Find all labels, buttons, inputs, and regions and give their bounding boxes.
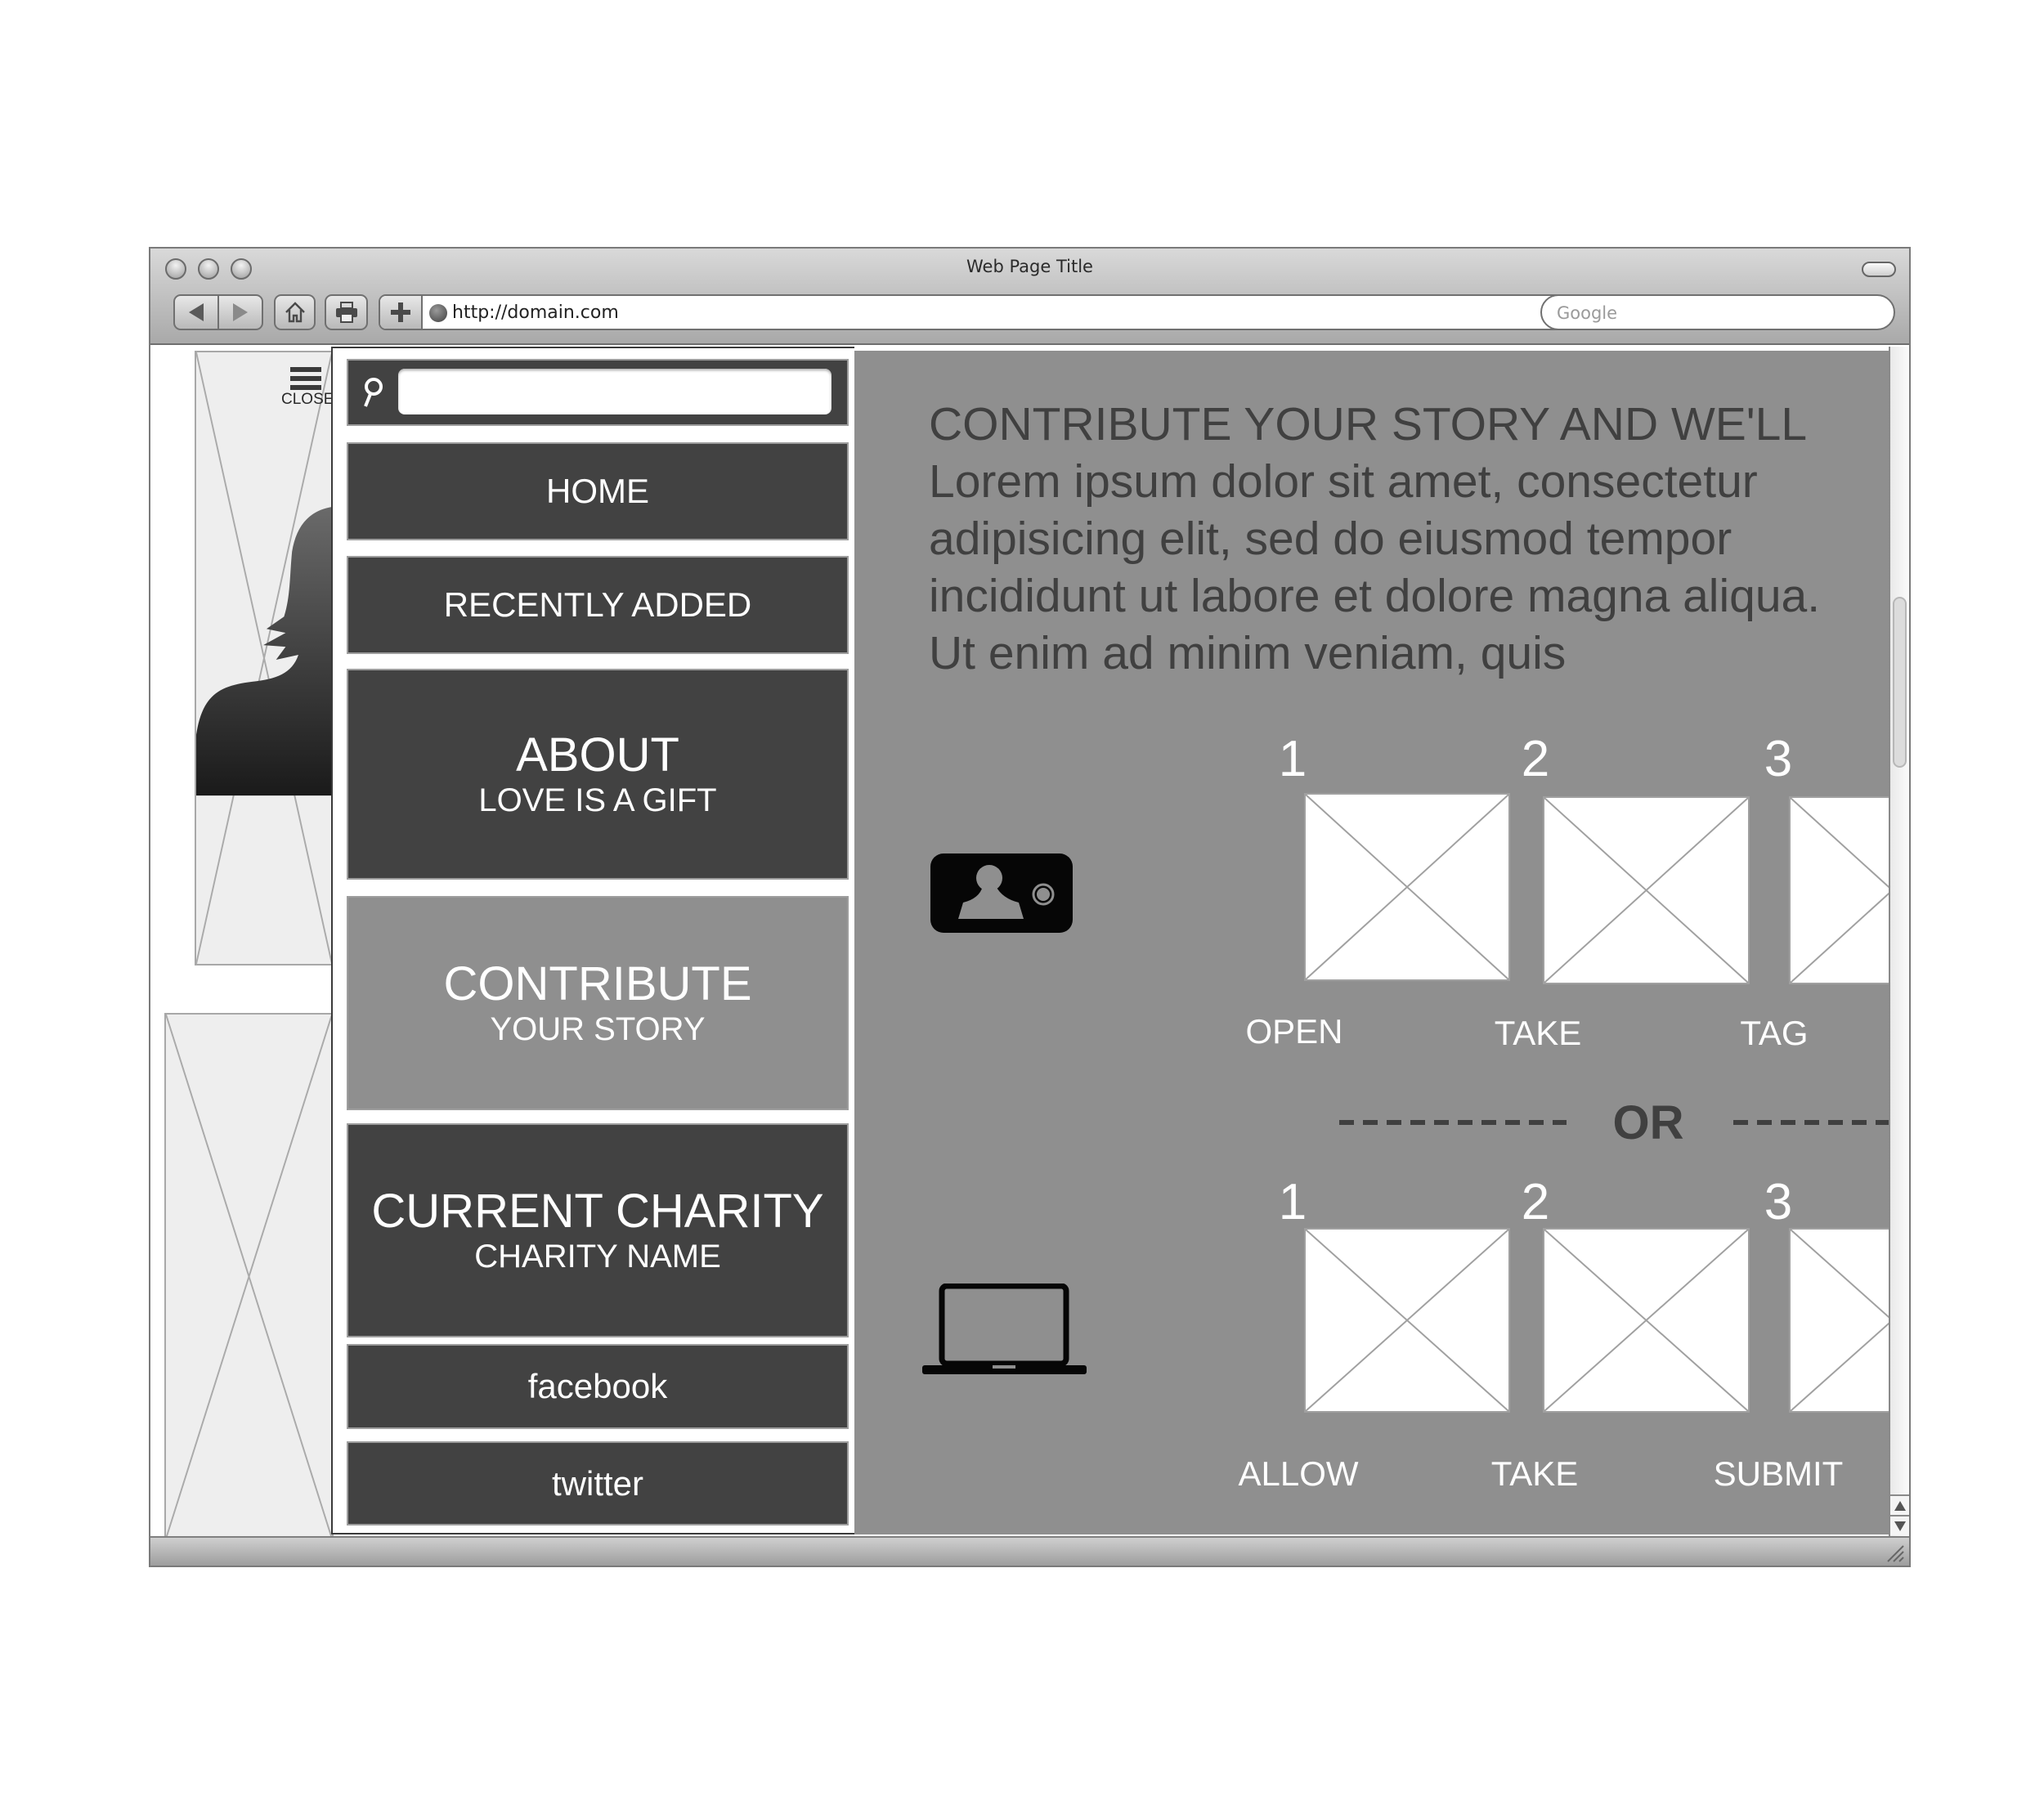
scroll-down-button[interactable]	[1890, 1515, 1909, 1535]
placeholder-cross-icon	[1306, 1230, 1508, 1411]
hamburger-icon	[290, 367, 321, 390]
step-image-placeholder	[1304, 793, 1510, 981]
menu-item-sublabel: CHARITY NAME	[474, 1239, 721, 1275]
close-label: CLOSE	[281, 391, 334, 408]
forward-button[interactable]	[219, 296, 262, 329]
globe-icon	[429, 304, 447, 322]
web-search-input[interactable]	[1542, 296, 1885, 330]
placeholder-cross-icon	[1306, 795, 1508, 979]
print-button[interactable]	[325, 294, 368, 330]
menu-item-label: facebook	[527, 1367, 668, 1405]
step-number: 3	[1764, 731, 1793, 787]
menu-item-sublabel: LOVE IS A GIFT	[478, 782, 717, 818]
add-bookmark-button[interactable]	[380, 296, 423, 329]
step-image-placeholder	[1543, 1228, 1750, 1413]
scrollbar-thumb[interactable]	[1893, 597, 1907, 768]
background-image-placeholder	[164, 1013, 334, 1537]
home-button[interactable]	[274, 294, 316, 330]
status-bar	[150, 1536, 1909, 1566]
back-arrow-icon	[189, 303, 204, 321]
forward-arrow-icon	[233, 303, 248, 321]
step-label: OPEN	[1245, 1012, 1343, 1051]
placeholder-cross-icon	[1544, 798, 1748, 983]
menu-item-contribute[interactable]: CONTRIBUTE YOUR STORY	[347, 896, 849, 1110]
search-icon	[364, 378, 383, 407]
step-number: 2	[1521, 1174, 1550, 1230]
step-image-placeholder	[1304, 1228, 1510, 1413]
address-bar[interactable]: http://domain.com	[379, 294, 1678, 330]
scroll-up-button[interactable]	[1890, 1494, 1909, 1515]
step-image-placeholder	[1543, 796, 1750, 984]
vertical-scrollbar[interactable]	[1889, 347, 1909, 1537]
menu-item-label: CONTRIBUTE	[443, 957, 752, 1010]
step-label: TAKE	[1490, 1454, 1579, 1493]
toolbar-toggle-button[interactable]	[1862, 262, 1896, 277]
step-number: 2	[1521, 731, 1550, 787]
menu-item-twitter[interactable]: twitter	[347, 1441, 849, 1525]
separator-dashes-left	[1339, 1120, 1567, 1125]
step-number: 1	[1278, 731, 1307, 787]
up-arrow-icon	[1894, 1500, 1906, 1511]
menu-search-bar	[347, 359, 849, 426]
menu-search-input[interactable]	[398, 369, 831, 414]
window-title: Web Page Title	[966, 257, 1093, 276]
menu-item-current-charity[interactable]: CURRENT CHARITY CHARITY NAME	[347, 1123, 849, 1337]
browser-window: Web Page Title http://domain.com Google …	[149, 247, 1911, 1567]
home-icon	[285, 302, 305, 323]
menu-item-sublabel: YOUR STORY	[490, 1011, 706, 1047]
laptop-icon	[922, 1284, 1087, 1374]
placeholder-cross-icon	[166, 1015, 332, 1537]
intro-text: CONTRIBUTE YOUR STORY AND WE'LL Lorem ip…	[929, 396, 1869, 682]
resize-grip-icon[interactable]	[1885, 1543, 1904, 1562]
step-label: SUBMIT	[1713, 1454, 1844, 1493]
phone-camera-icon	[930, 853, 1073, 933]
menu-item-label: CURRENT CHARITY	[371, 1185, 824, 1238]
url-text[interactable]: http://domain.com	[452, 302, 619, 323]
contribute-panel: CONTRIBUTE YOUR STORY AND WE'LL Lorem ip…	[854, 351, 1909, 1534]
page-viewport: CLOSE HOME RECENTLY ADDED ABOUT LOVE IS …	[150, 347, 1909, 1537]
print-icon	[335, 302, 357, 323]
title-bar: Web Page Title http://domain.com Google	[150, 249, 1909, 345]
step-number: 1	[1278, 1174, 1307, 1230]
step-label: TAKE	[1494, 1014, 1582, 1052]
step-number: 3	[1764, 1174, 1793, 1230]
menu-item-about[interactable]: ABOUT LOVE IS A GIFT	[347, 669, 849, 880]
menu-item-recently-added[interactable]: RECENTLY ADDED	[347, 556, 849, 654]
menu-item-label: HOME	[546, 472, 649, 510]
intro-heading: CONTRIBUTE YOUR STORY AND WE'LL	[929, 398, 1808, 450]
nav-buttons	[173, 294, 263, 330]
placeholder-cross-icon	[1544, 1230, 1748, 1411]
menu-item-facebook[interactable]: facebook	[347, 1344, 849, 1429]
menu-item-home[interactable]: HOME	[347, 442, 849, 540]
close-menu-toggle[interactable]: CLOSE	[281, 367, 334, 414]
or-separator: OR	[1612, 1096, 1684, 1149]
step-label: TAG	[1740, 1014, 1809, 1052]
menu-item-label: twitter	[551, 1463, 643, 1503]
plus-icon	[391, 302, 410, 322]
step-label: ALLOW	[1238, 1454, 1359, 1493]
menu-item-label: ABOUT	[516, 728, 679, 782]
background-image-placeholder	[195, 351, 334, 965]
down-arrow-icon	[1894, 1521, 1906, 1531]
separator-dashes-right	[1733, 1120, 1909, 1125]
menu-item-label: RECENTLY ADDED	[443, 585, 752, 624]
web-search-field[interactable]	[1540, 294, 1895, 330]
back-button[interactable]	[175, 296, 219, 329]
intro-body: Lorem ipsum dolor sit amet, consectetur …	[929, 455, 1821, 679]
person-silhouette-icon	[196, 506, 332, 796]
